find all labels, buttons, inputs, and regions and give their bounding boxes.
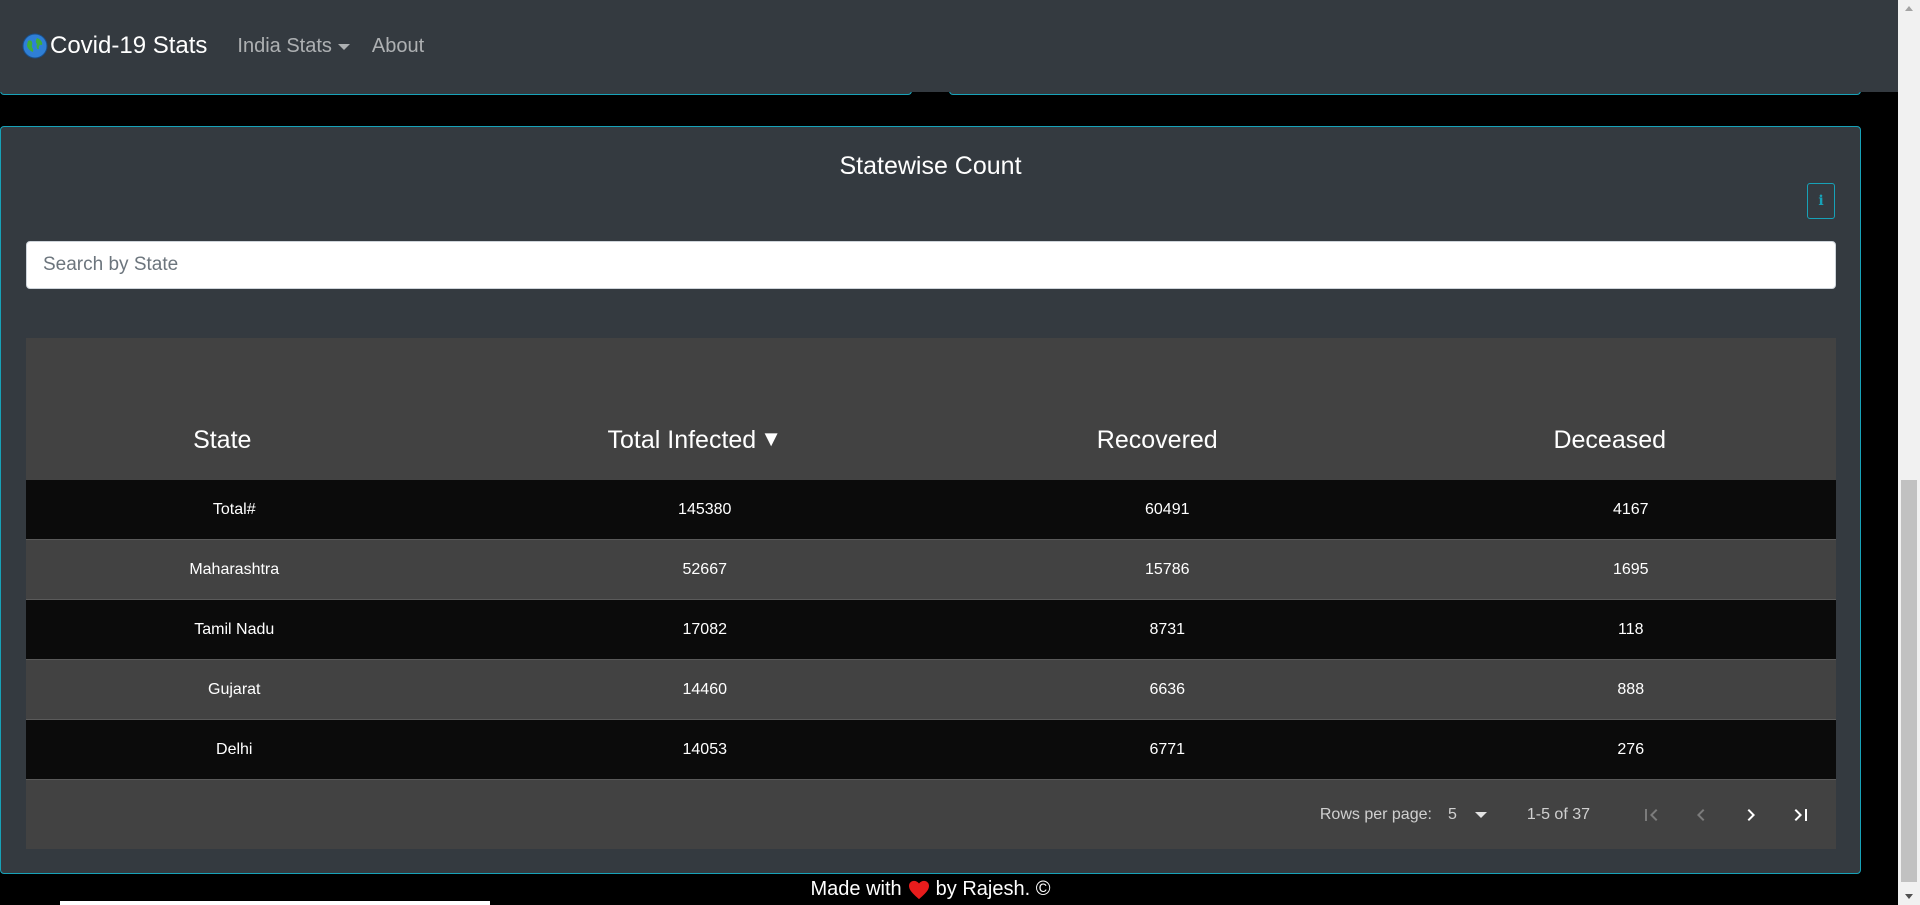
cell-deceased: 888 bbox=[1617, 680, 1645, 698]
brand-link[interactable]: Covid-19 Stats bbox=[22, 32, 207, 60]
scroll-up-icon bbox=[1905, 6, 1913, 11]
column-header-state[interactable]: State bbox=[26, 426, 479, 480]
nav-india-stats-label: India Stats bbox=[237, 34, 332, 57]
table-row[interactable]: Maharashtra 52667 15786 1695 bbox=[26, 540, 1836, 600]
table-row[interactable]: Tamil Nadu 17082 8731 118 bbox=[26, 600, 1836, 660]
cell-recovered: 60491 bbox=[1145, 500, 1190, 518]
table-header: State Total Infected ▼ Recovered Decease… bbox=[26, 338, 1836, 480]
next-page-button[interactable] bbox=[1726, 790, 1776, 840]
nav-about-label: About bbox=[371, 34, 425, 57]
column-header-deceased[interactable]: Deceased bbox=[1384, 426, 1837, 480]
scroll-down-button[interactable] bbox=[1898, 888, 1920, 905]
rows-per-page-label: Rows per page: bbox=[1319, 806, 1432, 823]
column-header-recovered[interactable]: Recovered bbox=[931, 426, 1384, 480]
heart-icon bbox=[908, 880, 929, 899]
caret-down-icon bbox=[337, 44, 350, 50]
rows-per-page-value: 5 bbox=[1447, 806, 1457, 823]
scroll-thumb[interactable] bbox=[1901, 480, 1917, 882]
first-page-icon bbox=[1645, 809, 1658, 821]
brand-title: Covid-19 Stats bbox=[50, 32, 208, 59]
cell-state: Tamil Nadu bbox=[194, 620, 275, 638]
rows-per-page-select[interactable]: 5 bbox=[1448, 806, 1487, 824]
cell-total-infected: 14460 bbox=[682, 680, 728, 698]
cell-total-infected: 17082 bbox=[682, 620, 728, 638]
info-icon: i bbox=[1818, 193, 1824, 209]
cell-deceased: 1695 bbox=[1612, 560, 1649, 578]
footer-divider bbox=[60, 901, 490, 905]
nav-about[interactable]: About bbox=[372, 35, 424, 58]
table-body: Total# 145380 60491 4167 Maharashtra 526… bbox=[26, 480, 1836, 780]
pagination: Rows per page: 5 1-5 of 37 bbox=[26, 781, 1836, 849]
card-title: Statewise Count bbox=[839, 152, 1022, 180]
table-row[interactable]: Gujarat 14460 6636 888 bbox=[26, 660, 1836, 720]
column-header-total-infected[interactable]: Total Infected ▼ bbox=[479, 426, 932, 480]
statewise-table: State Total Infected ▼ Recovered Decease… bbox=[26, 338, 1836, 849]
navbar: Covid-19 Stats India Stats About bbox=[0, 0, 1898, 92]
cell-state: Maharashtra bbox=[189, 560, 280, 578]
cell-state: Total# bbox=[212, 500, 256, 518]
cell-deceased: 118 bbox=[1617, 620, 1644, 638]
cell-deceased: 276 bbox=[1617, 740, 1645, 758]
first-page-button[interactable] bbox=[1626, 790, 1676, 840]
prev-page-icon bbox=[1697, 809, 1705, 821]
cell-recovered: 6771 bbox=[1149, 740, 1186, 758]
scroll-up-button[interactable] bbox=[1898, 0, 1920, 17]
cell-total-infected: 14053 bbox=[682, 740, 728, 758]
cell-state: Gujarat bbox=[208, 680, 261, 698]
cell-total-infected: 52667 bbox=[682, 560, 728, 578]
last-page-icon bbox=[1794, 809, 1807, 821]
caret-down-icon bbox=[1474, 812, 1487, 818]
last-page-button[interactable] bbox=[1776, 790, 1826, 840]
column-header-label: State bbox=[193, 426, 252, 454]
page-range: 1-5 of 37 bbox=[1526, 806, 1590, 823]
cell-state: Delhi bbox=[216, 740, 253, 758]
prev-page-button[interactable] bbox=[1676, 790, 1726, 840]
footer-prefix: Made with bbox=[810, 878, 902, 900]
statewise-card: Statewise Count i State Total Infected ▼… bbox=[0, 126, 1861, 874]
search-input[interactable] bbox=[26, 241, 1836, 289]
footer-suffix: by Rajesh. © bbox=[935, 878, 1051, 900]
cell-deceased: 4167 bbox=[1612, 500, 1649, 518]
column-header-label: Recovered bbox=[1096, 426, 1218, 454]
cell-recovered: 15786 bbox=[1145, 560, 1190, 578]
scroll-down-icon bbox=[1905, 894, 1913, 899]
info-button[interactable]: i bbox=[1807, 183, 1835, 219]
page-scrollbar[interactable] bbox=[1898, 0, 1920, 905]
table-row[interactable]: Total# 145380 60491 4167 bbox=[26, 480, 1836, 540]
column-header-label: Total Infected bbox=[607, 426, 757, 454]
next-page-icon bbox=[1747, 809, 1755, 821]
cell-recovered: 8731 bbox=[1149, 620, 1186, 638]
cell-recovered: 6636 bbox=[1149, 680, 1186, 698]
table-row[interactable]: Delhi 14053 6771 276 bbox=[26, 720, 1836, 780]
globe-icon bbox=[22, 33, 48, 59]
sort-desc-icon: ▼ bbox=[760, 426, 782, 451]
column-header-label: Deceased bbox=[1553, 426, 1667, 454]
cell-total-infected: 145380 bbox=[678, 500, 732, 518]
nav-india-stats[interactable]: India Stats bbox=[237, 35, 350, 58]
